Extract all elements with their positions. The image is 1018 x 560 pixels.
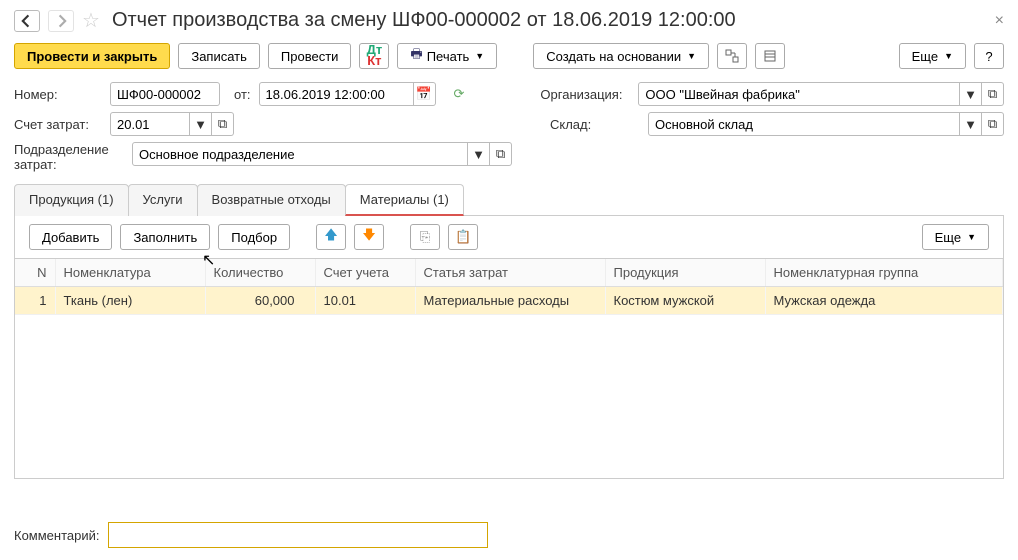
arrow-down-icon: 🡇 [362, 226, 375, 248]
account-open-button[interactable]: ⧉ [212, 112, 234, 136]
refresh-icon[interactable]: ⟳ [454, 86, 465, 102]
tabs-container: Продукция (1) Услуги Возвратные отходы М… [14, 183, 1004, 216]
chevron-down-icon: ▼ [687, 51, 696, 61]
chevron-down-icon: ▼ [472, 147, 485, 162]
list-icon [763, 49, 777, 63]
chevron-down-icon: ▼ [967, 232, 976, 242]
cost-account-input[interactable] [110, 112, 190, 136]
org-open-button[interactable]: ⧉ [982, 82, 1004, 106]
dtkt-button[interactable]: ДтКт [359, 43, 389, 69]
from-label: от: [234, 87, 251, 102]
list-button[interactable] [755, 43, 785, 69]
col-account[interactable]: Счет учета [315, 259, 415, 287]
post-and-close-button[interactable]: Провести и закрыть [14, 43, 170, 69]
col-product[interactable]: Продукция [605, 259, 765, 287]
warehouse-dropdown-button[interactable]: ▼ [960, 112, 982, 136]
date-input[interactable] [259, 82, 414, 106]
copy-button[interactable]: ⎘ [410, 224, 440, 250]
cell-item[interactable]: Ткань (лен) [55, 287, 205, 315]
printer-icon: 🖶 [410, 45, 422, 67]
warehouse-label: Склад: [550, 117, 640, 132]
open-icon: ⧉ [218, 116, 227, 132]
organization-input[interactable] [638, 82, 960, 106]
col-cost-item[interactable]: Статья затрат [415, 259, 605, 287]
post-button[interactable]: Провести [268, 43, 352, 69]
move-up-button[interactable]: 🡅 [316, 224, 346, 250]
dtkt-icon: ДтКт [367, 45, 383, 67]
col-nomenclature[interactable]: Номенклатура [55, 259, 205, 287]
col-group[interactable]: Номенклатурная группа [765, 259, 1003, 287]
department-label: Подразделение затрат: [14, 142, 124, 172]
move-down-button[interactable]: 🡇 [354, 224, 384, 250]
dept-dropdown-button[interactable]: ▼ [468, 142, 490, 166]
department-input[interactable] [132, 142, 468, 166]
chevron-down-icon: ▼ [964, 87, 977, 102]
nav-back-button[interactable] [14, 10, 40, 32]
open-icon: ⧉ [496, 146, 505, 162]
link-icon [725, 49, 739, 63]
chevron-down-icon: ▼ [475, 51, 484, 61]
org-dropdown-button[interactable]: ▼ [960, 82, 982, 106]
save-button[interactable]: Записать [178, 43, 260, 69]
cell-cost-item[interactable]: Материальные расходы [415, 287, 605, 315]
open-icon: ⧉ [988, 86, 997, 102]
add-row-button[interactable]: Добавить [29, 224, 112, 250]
nav-forward-button[interactable] [48, 10, 74, 32]
table-header-row: N Номенклатура Количество Счет учета Ста… [15, 259, 1003, 287]
warehouse-input[interactable] [648, 112, 960, 136]
materials-grid[interactable]: N Номенклатура Количество Счет учета Ста… [14, 259, 1004, 479]
create-based-button[interactable]: Создать на основании ▼ [533, 43, 709, 69]
chevron-down-icon: ▼ [194, 117, 207, 132]
arrow-right-icon [54, 14, 68, 28]
open-icon: ⧉ [988, 116, 997, 132]
cell-group[interactable]: Мужская одежда [765, 287, 1003, 315]
cost-account-label: Счет затрат: [14, 117, 102, 132]
related-docs-button[interactable] [717, 43, 747, 69]
cell-n[interactable]: 1 [15, 287, 55, 315]
comment-label: Комментарий: [14, 528, 100, 543]
account-dropdown-button[interactable]: ▼ [190, 112, 212, 136]
cell-account[interactable]: 10.01 [315, 287, 415, 315]
help-button[interactable]: ? [974, 43, 1004, 69]
paste-button[interactable]: 📋 [448, 224, 478, 250]
tab-materials[interactable]: Материалы (1) [345, 184, 464, 216]
print-button[interactable]: 🖶 Печать ▼ [397, 43, 497, 69]
fill-button[interactable]: Заполнить [120, 224, 210, 250]
organization-label: Организация: [540, 87, 630, 102]
comment-input[interactable] [108, 522, 488, 548]
calendar-button[interactable]: 📅 [414, 82, 436, 106]
paste-icon: 📋 [455, 229, 471, 245]
number-input[interactable] [110, 82, 220, 106]
chevron-down-icon: ▼ [964, 117, 977, 132]
tab-returns[interactable]: Возвратные отходы [197, 184, 346, 216]
warehouse-open-button[interactable]: ⧉ [982, 112, 1004, 136]
table-row[interactable]: 1 Ткань (лен) 60,000 10.01 Материальные … [15, 287, 1003, 315]
pick-button[interactable]: Подбор [218, 224, 290, 250]
col-n[interactable]: N [15, 259, 55, 287]
calendar-icon: 📅 [416, 86, 432, 102]
dept-open-button[interactable]: ⧉ [490, 142, 512, 166]
number-label: Номер: [14, 87, 102, 102]
copy-icon: ⎘ [420, 229, 430, 245]
cell-qty[interactable]: 60,000 [205, 287, 315, 315]
arrow-up-icon: 🡅 [324, 226, 337, 248]
col-quantity[interactable]: Количество [205, 259, 315, 287]
close-button[interactable]: × [995, 12, 1004, 30]
cell-product[interactable]: Костюм мужской [605, 287, 765, 315]
arrow-left-icon [20, 14, 34, 28]
chevron-down-icon: ▼ [944, 51, 953, 61]
tab-products[interactable]: Продукция (1) [14, 184, 129, 216]
window-title: Отчет производства за смену ШФ00-000002 … [112, 9, 736, 32]
favorite-star-icon[interactable]: ☆ [82, 8, 100, 33]
grid-more-button[interactable]: Еще ▼ [922, 224, 989, 250]
tab-services[interactable]: Услуги [128, 184, 198, 216]
more-button[interactable]: Еще ▼ [899, 43, 966, 69]
